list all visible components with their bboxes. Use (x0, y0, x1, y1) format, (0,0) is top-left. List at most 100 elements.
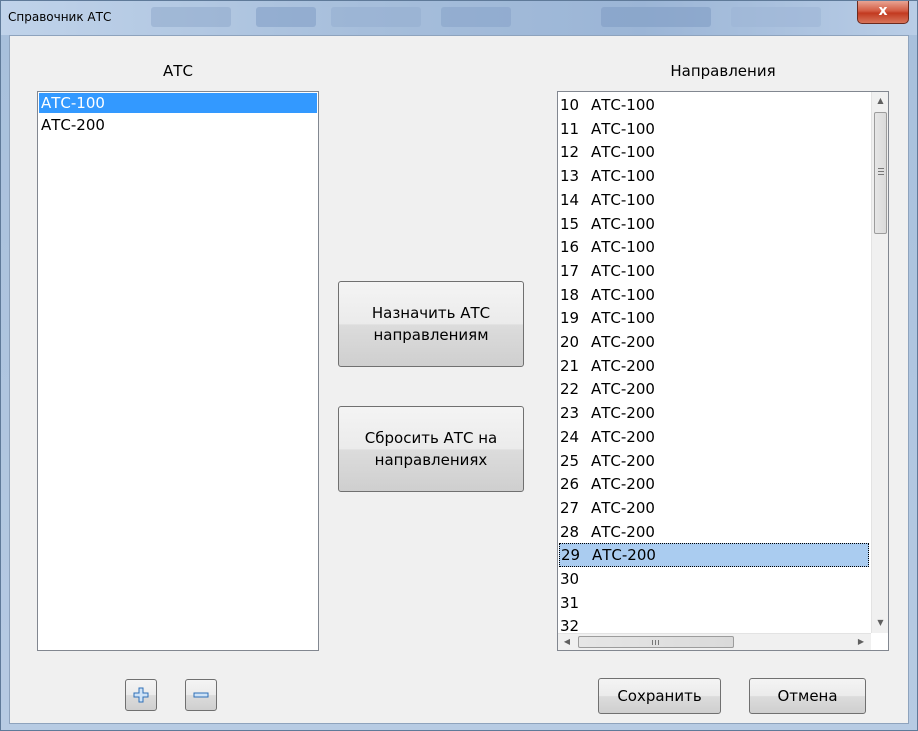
direction-number: 19 (560, 309, 580, 328)
scroll-down-icon[interactable]: ▼ (872, 618, 888, 628)
title-bar[interactable]: Справочник АТС x (1, 1, 917, 35)
remove-ats-button[interactable] (185, 679, 217, 711)
save-button[interactable]: Сохранить (598, 678, 721, 714)
direction-ats: АТС-200 (591, 404, 655, 423)
direction-ats: АТС-100 (591, 261, 655, 280)
direction-number: 27 (560, 498, 580, 517)
direction-list-item[interactable]: 24 АТС-200 (559, 425, 869, 449)
close-icon: x (878, 3, 888, 19)
direction-ats: АТС-100 (591, 167, 655, 186)
direction-ats: АТС-100 (591, 190, 655, 209)
direction-number: 11 (560, 119, 580, 138)
direction-number: 23 (560, 404, 580, 423)
ats-header: АТС (163, 62, 193, 80)
direction-list-item[interactable]: 25 АТС-200 (559, 449, 869, 473)
direction-list-item[interactable]: 15 АТС-100 (559, 212, 869, 236)
direction-ats: АТС-100 (591, 214, 655, 233)
close-button[interactable]: x (857, 1, 909, 24)
direction-number: 30 (560, 570, 580, 588)
minus-icon (193, 692, 209, 698)
direction-list-item[interactable]: 31 (559, 591, 869, 615)
directions-listbox[interactable]: 10 АТС-100 11 АТС-100 12 АТС-100 13 АТС-100 14 АТ… (557, 91, 889, 651)
direction-number: 21 (560, 356, 580, 375)
direction-ats: АТС-200 (591, 498, 655, 517)
direction-ats: АТС-100 (591, 96, 655, 114)
reset-ats-button[interactable]: Сбросить АТС на направлениях (338, 406, 524, 492)
ats-list-item[interactable]: АТС-100 (39, 93, 317, 113)
horizontal-scrollbar[interactable]: ◀ ▶ (558, 633, 871, 650)
direction-list-item[interactable]: 19 АТС-100 (559, 306, 869, 330)
direction-number: 29 (561, 546, 581, 565)
direction-number: 18 (560, 285, 580, 304)
direction-ats: АТС-200 (591, 427, 655, 446)
direction-ats: АТС-200 (591, 451, 655, 470)
direction-number: 10 (560, 96, 580, 114)
direction-ats (583, 570, 591, 588)
direction-list-item[interactable]: 30 (559, 567, 869, 591)
direction-number: 14 (560, 190, 580, 209)
direction-number: 13 (560, 167, 580, 186)
dialog-window: Справочник АТС x АТС АТС-100 АТС-200 Назн… (0, 0, 918, 731)
direction-list-item[interactable]: 20 АТС-200 (559, 330, 869, 354)
horizontal-scroll-thumb[interactable] (578, 636, 734, 648)
direction-list-item[interactable]: 27 АТС-200 (559, 496, 869, 520)
direction-list-item[interactable]: 23 АТС-200 (559, 401, 869, 425)
direction-number: 20 (560, 333, 580, 351)
assign-label-line2: направлениям (373, 326, 489, 344)
scroll-left-icon[interactable]: ◀ (562, 637, 572, 647)
direction-number: 26 (560, 475, 580, 494)
assign-label-line1: Назначить АТС (371, 304, 491, 322)
vertical-scrollbar[interactable]: ▲ ▼ (871, 92, 888, 633)
window-title: Справочник АТС (8, 10, 112, 24)
direction-number: 15 (560, 214, 580, 233)
directions-header: Направления (670, 62, 776, 80)
direction-ats: АТС-200 (591, 475, 655, 494)
client-area: АТС АТС-100 АТС-200 Назначить АТС направл… (9, 35, 909, 724)
direction-ats: АТС-100 (591, 119, 655, 138)
direction-ats: АТС-200 (591, 356, 655, 375)
direction-ats: АТС-100 (591, 285, 655, 304)
direction-list-item[interactable]: 10 АТС-100 (559, 93, 869, 117)
ats-listbox[interactable]: АТС-100 АТС-200 (37, 91, 319, 651)
direction-number: 25 (560, 451, 580, 470)
direction-ats: АТС-200 (591, 522, 655, 541)
direction-list-item[interactable]: 18 АТС-100 (559, 283, 869, 307)
direction-list-item[interactable]: 21 АТС-200 (559, 354, 869, 378)
direction-list-item[interactable]: 11 АТС-100 (559, 117, 869, 141)
direction-ats: АТС-200 (591, 333, 655, 351)
scroll-up-icon[interactable]: ▲ (872, 96, 888, 106)
direction-list-item[interactable]: 32 (559, 614, 869, 632)
direction-number: 24 (560, 427, 580, 446)
direction-ats: АТС-200 (592, 546, 656, 565)
direction-list-item[interactable]: 26 АТС-200 (559, 472, 869, 496)
assign-ats-button[interactable]: Назначить АТС направлениям (338, 281, 524, 367)
direction-list-item[interactable]: 17 АТС-100 (559, 259, 869, 283)
direction-number: 17 (560, 261, 580, 280)
reset-label-line2: направлениях (374, 451, 488, 469)
plus-icon (133, 687, 149, 703)
add-ats-button[interactable] (125, 679, 157, 711)
direction-ats: АТС-100 (591, 309, 655, 328)
direction-ats: АТС-200 (591, 380, 655, 399)
direction-list-item[interactable]: 12 АТС-100 (559, 140, 869, 164)
reset-label-line1: Сбросить АТС на (364, 429, 498, 447)
direction-number: 28 (560, 522, 580, 541)
direction-list-item[interactable]: 14 АТС-100 (559, 188, 869, 212)
direction-ats (583, 594, 591, 612)
direction-number: 31 (560, 593, 580, 612)
direction-ats: АТС-100 (591, 143, 655, 162)
direction-list-item[interactable]: 13 АТС-100 (559, 164, 869, 188)
scroll-right-icon[interactable]: ▶ (856, 637, 866, 647)
direction-ats (583, 617, 591, 632)
direction-list-item[interactable]: 29 АТС-200 (559, 543, 869, 568)
vertical-scroll-thumb[interactable] (874, 112, 887, 234)
direction-number: 12 (560, 143, 580, 162)
ats-list-item[interactable]: АТС-200 (39, 115, 317, 135)
cancel-button[interactable]: Отмена (749, 678, 866, 714)
direction-number: 22 (560, 380, 580, 399)
direction-number: 32 (560, 617, 580, 632)
direction-list-item[interactable]: 22 АТС-200 (559, 377, 869, 401)
direction-list-item[interactable]: 16 АТС-100 (559, 235, 869, 259)
direction-list-item[interactable]: 28 АТС-200 (559, 520, 869, 544)
direction-ats: АТС-100 (591, 238, 655, 257)
